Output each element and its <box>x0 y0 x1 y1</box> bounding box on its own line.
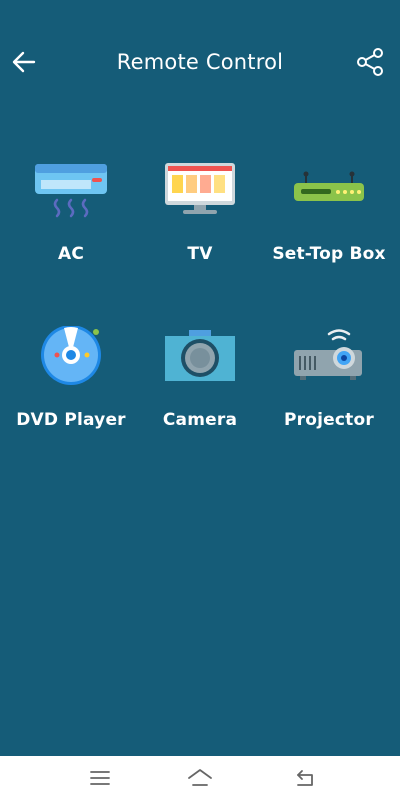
air-conditioner-icon <box>35 164 107 218</box>
projector-icon <box>294 329 362 380</box>
system-navbar <box>0 756 400 800</box>
share-icon[interactable] <box>354 46 386 78</box>
device-label: Set-Top Box <box>272 244 386 264</box>
dvd-disc-icon <box>41 326 101 385</box>
device-dvd-player[interactable]: DVD Player <box>6 326 136 446</box>
set-top-box-icon <box>294 171 364 201</box>
home-icon[interactable] <box>186 764 214 792</box>
device-grid: AC TV Set-Top Box DVD Player Camera Proj… <box>0 150 400 440</box>
device-projector[interactable]: Projector <box>264 326 394 446</box>
device-tv[interactable]: TV <box>135 160 265 280</box>
device-label: Projector <box>284 410 374 430</box>
camera-icon <box>165 330 235 381</box>
device-set-top-box[interactable]: Set-Top Box <box>264 160 394 280</box>
menu-icon[interactable] <box>86 764 114 792</box>
device-camera[interactable]: Camera <box>135 326 265 446</box>
device-ac[interactable]: AC <box>6 160 136 280</box>
device-label: DVD Player <box>16 410 126 430</box>
device-label: AC <box>57 244 85 264</box>
page-title: Remote Control <box>116 50 284 74</box>
back-icon[interactable] <box>290 764 318 792</box>
device-label: TV <box>187 244 213 264</box>
tv-icon <box>165 163 235 214</box>
device-label: Camera <box>162 410 238 430</box>
app-header: Remote Control <box>0 0 400 125</box>
